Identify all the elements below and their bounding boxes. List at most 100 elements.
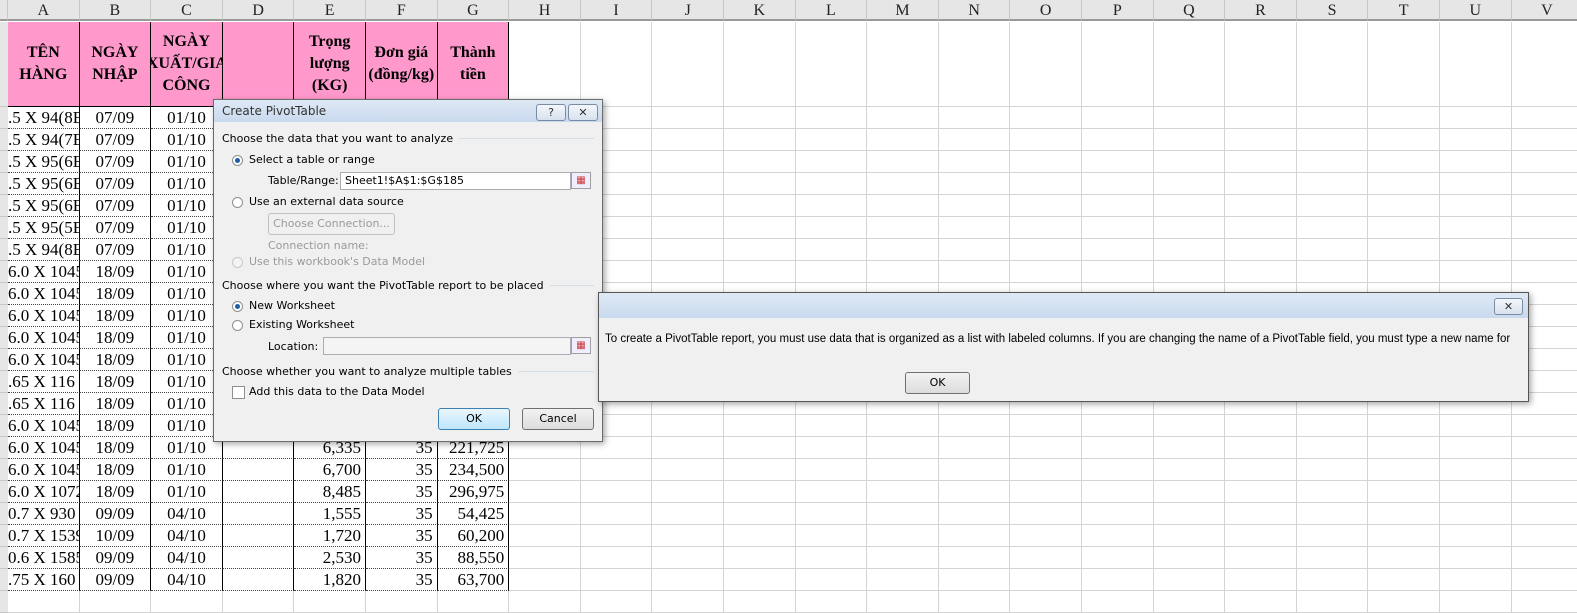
empty-cell[interactable] — [652, 503, 724, 525]
existing-worksheet-label[interactable]: Existing Worksheet — [249, 318, 354, 331]
table-cell[interactable]: 18/09 — [79, 459, 152, 481]
empty-cell[interactable] — [1082, 173, 1154, 195]
add-data-model-checkbox[interactable] — [232, 386, 245, 399]
empty-cell[interactable] — [509, 525, 581, 547]
empty-cell[interactable] — [1511, 547, 1577, 569]
table-cell[interactable]: 18/09 — [79, 393, 152, 415]
empty-cell[interactable] — [509, 459, 581, 481]
empty-cell[interactable] — [1082, 569, 1154, 591]
empty-cell[interactable] — [724, 503, 796, 525]
empty-cell[interactable] — [1225, 437, 1297, 459]
empty-cell[interactable] — [1296, 195, 1369, 217]
empty-cell[interactable] — [1010, 261, 1082, 283]
table-cell[interactable]: 07/09 — [79, 173, 152, 195]
empty-cell[interactable] — [1153, 569, 1226, 591]
table-cell[interactable] — [222, 459, 295, 481]
location-selector-icon[interactable]: ▦ — [571, 337, 591, 354]
empty-cell[interactable] — [1153, 437, 1226, 459]
empty-cell[interactable] — [867, 151, 939, 173]
empty-cell[interactable] — [1082, 415, 1154, 437]
empty-cell[interactable] — [1082, 217, 1154, 239]
row-header[interactable] — [0, 129, 8, 151]
column-header-E[interactable]: E — [294, 0, 366, 21]
row-header[interactable] — [0, 22, 8, 107]
empty-cell[interactable] — [867, 547, 939, 569]
table-cell[interactable]: 1,555 — [294, 503, 366, 525]
empty-cell[interactable] — [867, 525, 939, 547]
table-cell[interactable]: 6.0 X 1045 — [8, 349, 80, 371]
empty-cell[interactable] — [1368, 239, 1440, 261]
empty-cell[interactable] — [1511, 503, 1577, 525]
empty-cell[interactable] — [1296, 591, 1369, 613]
range-selector-icon[interactable]: ▦ — [571, 172, 591, 189]
empty-cell[interactable] — [1440, 129, 1512, 151]
empty-cell[interactable] — [1440, 195, 1512, 217]
row-header[interactable] — [0, 151, 8, 173]
empty-cell[interactable] — [938, 415, 1011, 437]
empty-cell[interactable] — [652, 415, 724, 437]
empty-cell[interactable] — [795, 437, 868, 459]
table-cell[interactable] — [222, 547, 295, 569]
row-header[interactable] — [0, 459, 8, 481]
empty-cell[interactable] — [652, 261, 724, 283]
table-cell[interactable]: 07/09 — [79, 239, 152, 261]
empty-cell[interactable] — [1225, 569, 1297, 591]
empty-cell[interactable] — [1296, 261, 1369, 283]
empty-cell[interactable] — [1225, 547, 1297, 569]
location-input[interactable] — [323, 337, 571, 355]
table-cell[interactable]: 63,700 — [437, 569, 510, 591]
empty-cell[interactable] — [1368, 547, 1440, 569]
row-header[interactable] — [0, 525, 8, 547]
empty-cell[interactable] — [795, 217, 868, 239]
empty-cell[interactable] — [1368, 459, 1440, 481]
empty-cell[interactable] — [867, 195, 939, 217]
empty-cell[interactable] — [1010, 525, 1082, 547]
row-header[interactable] — [0, 569, 8, 591]
empty-cell[interactable] — [724, 195, 796, 217]
empty-cell[interactable] — [867, 415, 939, 437]
empty-cell[interactable] — [1440, 591, 1512, 613]
select-range-label[interactable]: Select a table or range — [249, 153, 375, 166]
empty-cell[interactable] — [1082, 195, 1154, 217]
empty-cell[interactable] — [938, 547, 1011, 569]
empty-cell[interactable] — [1440, 261, 1512, 283]
empty-cell[interactable] — [1153, 481, 1226, 503]
column-header-L[interactable]: L — [795, 0, 868, 21]
select-all-corner[interactable] — [0, 0, 8, 21]
empty-cell[interactable] — [1010, 173, 1082, 195]
column-header-Q[interactable]: Q — [1153, 0, 1226, 21]
empty-cell[interactable] — [1296, 107, 1369, 129]
empty-cell[interactable] — [652, 129, 724, 151]
empty-cell[interactable] — [1296, 503, 1369, 525]
table-cell[interactable]: 35 — [366, 503, 438, 525]
empty-cell[interactable] — [1010, 415, 1082, 437]
row-header[interactable] — [0, 107, 8, 129]
empty-cell[interactable] — [1511, 591, 1577, 613]
empty-cell[interactable] — [795, 569, 868, 591]
empty-cell[interactable] — [1440, 437, 1512, 459]
empty-cell[interactable] — [1225, 239, 1297, 261]
new-worksheet-radio[interactable] — [232, 301, 243, 312]
empty-cell[interactable] — [652, 525, 724, 547]
empty-cell[interactable] — [1368, 217, 1440, 239]
empty-cell[interactable] — [1225, 217, 1297, 239]
empty-cell[interactable] — [1225, 525, 1297, 547]
empty-cell[interactable] — [1010, 239, 1082, 261]
empty-cell[interactable] — [867, 217, 939, 239]
empty-cell[interactable] — [509, 591, 581, 613]
empty-cell[interactable] — [795, 151, 868, 173]
row-header[interactable] — [0, 349, 8, 371]
empty-cell[interactable] — [1511, 129, 1577, 151]
empty-cell[interactable] — [795, 591, 868, 613]
column-header-T[interactable]: T — [1368, 0, 1440, 21]
empty-cell[interactable] — [1440, 503, 1512, 525]
empty-cell[interactable] — [795, 525, 868, 547]
row-header[interactable] — [0, 261, 8, 283]
empty-cell[interactable] — [1368, 503, 1440, 525]
table-cell[interactable]: .5 X 95(6E — [8, 173, 80, 195]
empty-cell[interactable] — [437, 591, 510, 613]
empty-cell[interactable] — [580, 525, 653, 547]
empty-cell[interactable] — [1296, 239, 1369, 261]
empty-cell[interactable] — [1153, 591, 1226, 613]
table-cell[interactable]: 01/10 — [151, 459, 223, 481]
